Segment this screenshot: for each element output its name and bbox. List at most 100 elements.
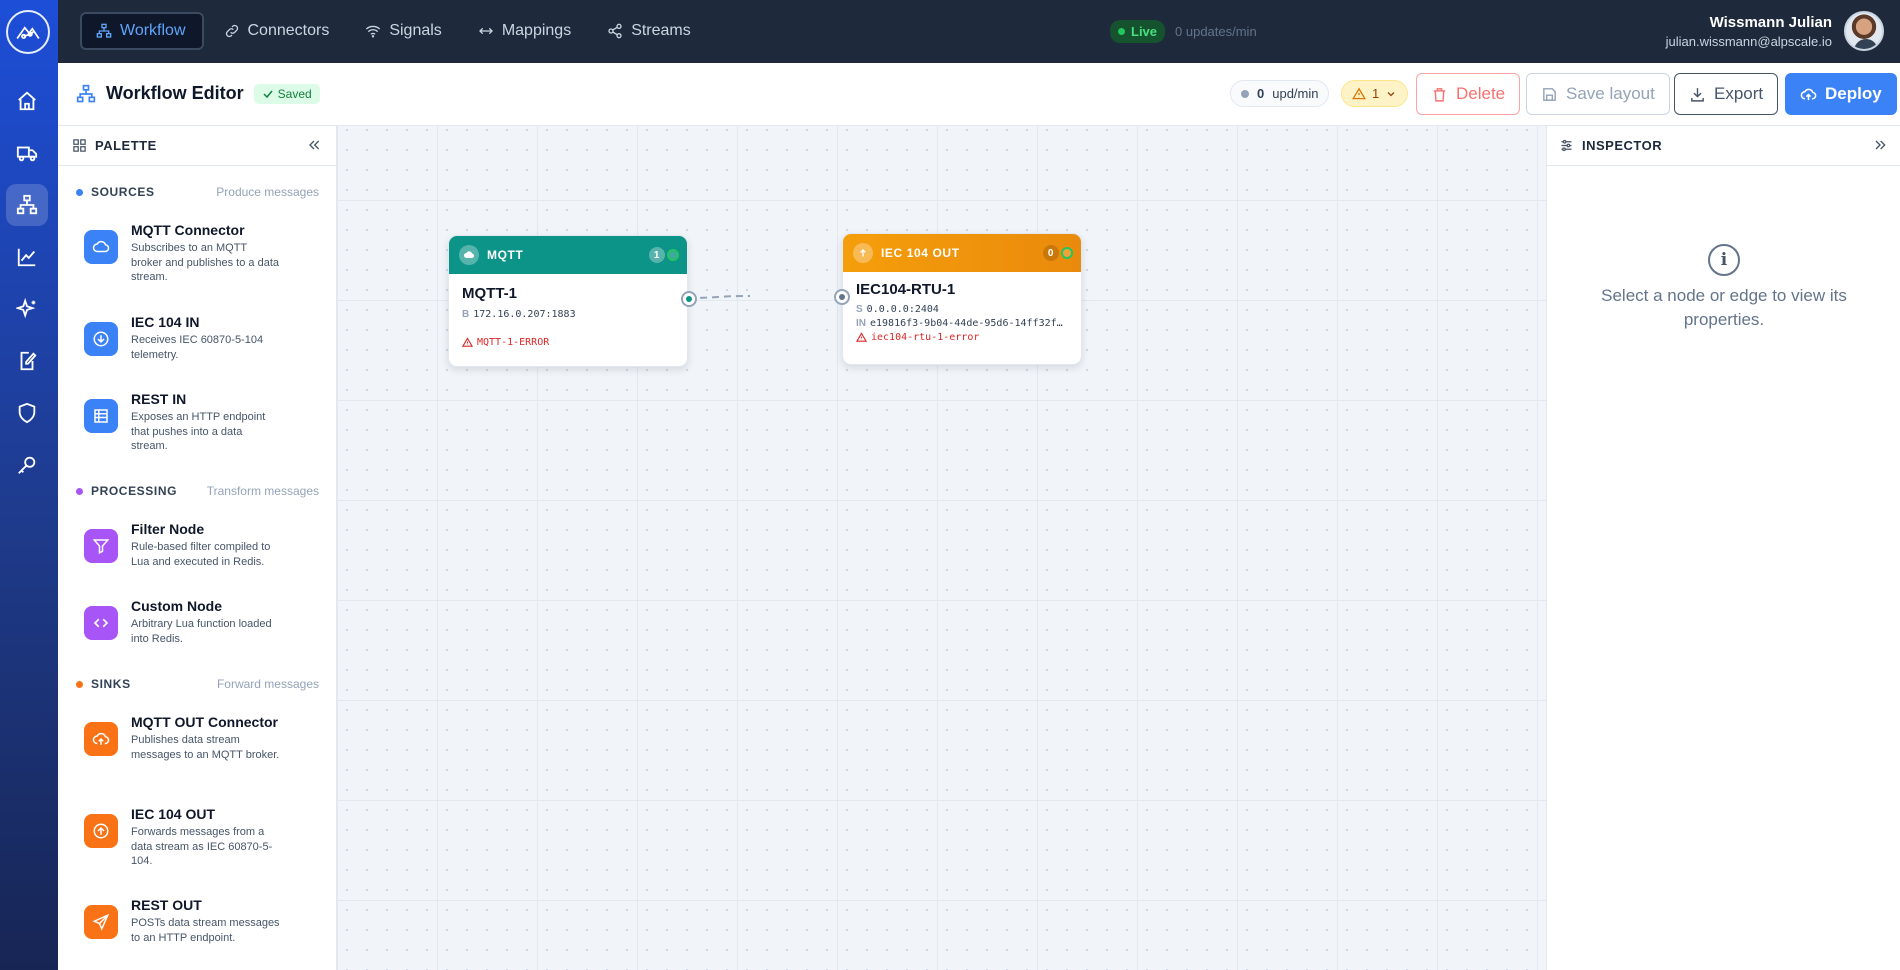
section-title: PROCESSING <box>91 484 178 498</box>
palette-item-desc: Publishes data stream messages to an MQT… <box>131 734 280 761</box>
tab-connectors[interactable]: Connectors <box>210 12 346 50</box>
section-dot <box>76 188 83 196</box>
sidebar-item-workflow[interactable] <box>6 184 48 226</box>
cloud-icon <box>92 240 110 253</box>
live-rate: 0 updates/min <box>1175 24 1257 39</box>
palette-item-name: REST IN <box>131 391 187 407</box>
save-layout-button[interactable]: Save layout <box>1526 73 1670 115</box>
node-error: iec104-rtu-1-error <box>843 329 1081 343</box>
palette-section-sources: SOURCES Produce messages <box>58 180 336 204</box>
palette-item-desc: POSTs data stream messages to an HTTP en… <box>131 917 280 944</box>
tab-mappings[interactable]: Mappings <box>464 12 587 50</box>
palette-item-rest-in[interactable]: REST IN Exposes an HTTP endpoint that pu… <box>58 391 336 461</box>
main-nav: Workflow Connectors Signals Mappings Str… <box>80 12 707 50</box>
tab-streams[interactable]: Streams <box>593 12 707 50</box>
node-row-key: B <box>462 309 470 320</box>
node-header: MQTT 1 <box>449 236 687 274</box>
user-info[interactable]: Wissmann Julian julian.wissmann@alpscale… <box>1666 14 1832 49</box>
collapse-left-icon[interactable] <box>306 137 322 153</box>
inspector-panel: INSPECTOR i Select a node or edge to vie… <box>1546 126 1900 970</box>
delete-label: Delete <box>1456 84 1506 103</box>
avatar[interactable] <box>1844 11 1884 51</box>
status-dot <box>1241 89 1249 98</box>
trash-icon <box>1433 87 1446 102</box>
palette-item-rest-out[interactable]: REST OUT POSTs data stream messages to a… <box>58 897 336 967</box>
palette-item-name: Filter Node <box>131 521 205 537</box>
delete-button[interactable]: Delete <box>1416 73 1521 115</box>
palette-item-name: REST OUT <box>131 897 202 913</box>
palette-item-name: MQTT OUT Connector <box>131 714 278 730</box>
palette-item-icon <box>84 399 118 433</box>
saved-label: Saved <box>277 86 312 101</box>
warnings-dropdown[interactable]: 1 <box>1341 80 1409 107</box>
warning-count: 1 <box>1372 86 1380 101</box>
node-type-label: MQTT <box>487 248 524 262</box>
export-label: Export <box>1714 84 1764 103</box>
mountain-logo-icon <box>16 26 40 39</box>
sidebar-item-documents[interactable] <box>6 340 48 382</box>
node-error: MQTT-1-ERROR <box>449 320 687 348</box>
user-name: Wissmann Julian <box>1709 14 1832 31</box>
sidebar-item-fleet[interactable] <box>6 132 48 174</box>
chart-line-icon <box>17 248 36 267</box>
node-input-port[interactable] <box>834 289 850 305</box>
sidebar-item-ai[interactable] <box>6 288 48 330</box>
node-badges: 1 <box>649 247 679 263</box>
sidebar-item-keys[interactable] <box>6 444 48 486</box>
palette-section-sinks: SINKS Forward messages <box>58 672 336 696</box>
arrow-down-circle-icon <box>93 331 109 347</box>
palette-item-mqtt-connector[interactable]: MQTT Connector Subscribes to an MQTT bro… <box>58 222 336 292</box>
inspector-empty-state: i Select a node or edge to view its prop… <box>1547 244 1900 332</box>
palette-panel: PALETTE SOURCES Produce messages MQTT Co… <box>58 126 337 970</box>
filter-icon <box>92 539 110 554</box>
link-icon <box>225 24 238 38</box>
node-output-port[interactable] <box>681 291 697 307</box>
node-header: IEC 104 OUT 0 <box>843 234 1081 272</box>
tab-label: Streams <box>631 22 691 39</box>
node-error-text: MQTT-1-ERROR <box>477 337 550 348</box>
connection-edge[interactable] <box>687 295 751 299</box>
palette-item-filter-node[interactable]: Filter Node Rule-based filter compiled t… <box>58 521 336 591</box>
share-icon <box>608 23 622 39</box>
tab-workflow[interactable]: Workflow <box>80 12 204 50</box>
palette-item-icon <box>84 814 118 848</box>
palette-item-name: Custom Node <box>131 598 222 614</box>
live-badge: Live <box>1110 20 1166 43</box>
top-bar: Workflow Connectors Signals Mappings Str… <box>58 0 1900 63</box>
palette-item-iec104-in[interactable]: IEC 104 IN Receives IEC 60870-5-104 tele… <box>58 314 336 384</box>
list-icon <box>94 409 108 423</box>
node-message-count: 1 <box>649 247 665 263</box>
node-broker-row: B 172.16.0.207:1883 <box>449 302 687 320</box>
user-email: julian.wissmann@alpscale.io <box>1665 34 1832 49</box>
node-row-key: S <box>856 304 863 315</box>
update-rate-value: 0 <box>1257 86 1265 101</box>
palette-item-custom-node[interactable]: Custom Node Arbitrary Lua function loade… <box>58 598 336 668</box>
palette-item-iec104-out[interactable]: IEC 104 OUT Forwards messages from a dat… <box>58 806 336 876</box>
palette-item-icon <box>84 905 118 939</box>
node-mqtt-1[interactable]: MQTT 1 MQTT-1 B 172.16.0.207:1883 MQTT-1-… <box>448 235 697 367</box>
download-icon <box>1691 87 1704 102</box>
palette-item-desc: Exposes an HTTP endpoint that pushes int… <box>131 411 266 452</box>
app-logo[interactable] <box>6 10 50 54</box>
deploy-label: Deploy <box>1825 84 1882 103</box>
sidebar-item-home[interactable] <box>6 80 48 122</box>
shield-icon <box>18 402 36 424</box>
palette-item-desc: Forwards messages from a data stream as … <box>131 826 273 867</box>
palette-item-mqtt-out-connector[interactable]: MQTT OUT Connector Publishes data stream… <box>58 714 336 784</box>
tab-label: Workflow <box>120 22 186 39</box>
sidebar-item-security[interactable] <box>6 392 48 434</box>
cloud-upload-icon <box>92 732 110 745</box>
save-layout-label: Save layout <box>1566 84 1655 103</box>
export-button[interactable]: Export <box>1674 73 1779 115</box>
collapse-right-icon[interactable] <box>1872 137 1888 153</box>
sidebar-item-analytics[interactable] <box>6 236 48 278</box>
section-subtitle: Produce messages <box>216 185 319 199</box>
check-icon <box>263 90 273 98</box>
truck-icon <box>16 146 38 162</box>
page-title-group: Workflow Editor Saved <box>76 83 320 104</box>
palette-item-desc: Receives IEC 60870-5-104 telemetry. <box>131 334 264 361</box>
node-iec104-rtu-1[interactable]: IEC 104 OUT 0 IEC104-RTU-1 S 0.0.0.0:2404… <box>834 233 1082 365</box>
deploy-button[interactable]: Deploy <box>1785 73 1897 115</box>
workflow-canvas[interactable]: MQTT 1 MQTT-1 B 172.16.0.207:1883 MQTT-1-… <box>337 126 1546 970</box>
tab-signals[interactable]: Signals <box>351 12 457 50</box>
